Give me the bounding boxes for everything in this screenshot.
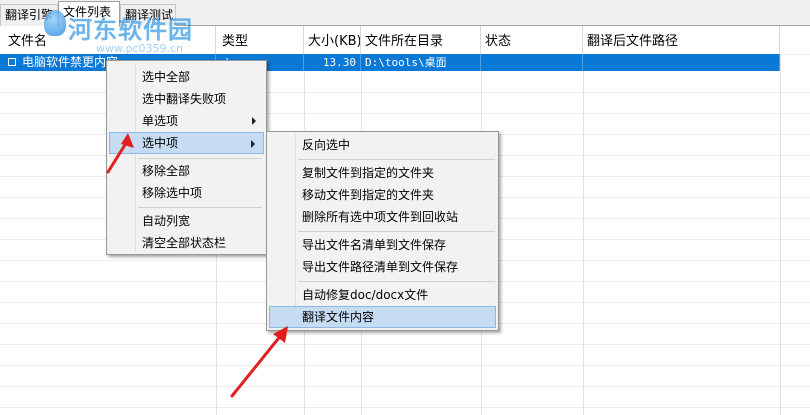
menu-item-select-failed[interactable]: 选中翻译失败项 xyxy=(109,88,264,110)
submenu-arrow-icon xyxy=(251,140,255,148)
menu-separator xyxy=(298,231,495,232)
column-header-size[interactable]: 大小(KB) xyxy=(304,26,361,54)
watermark-url: www.pc0359.cn xyxy=(96,42,184,55)
menu-item-selected-items[interactable]: 选中项 xyxy=(109,132,264,154)
menu-separator xyxy=(298,281,495,282)
watermark-title: 河东软件园 xyxy=(68,15,193,44)
grid-line xyxy=(0,407,810,408)
menu-item-remove-selected[interactable]: 移除选中项 xyxy=(109,182,264,204)
watermark-logo-icon xyxy=(44,10,66,36)
menu-item-copy-files[interactable]: 复制文件到指定的文件夹 xyxy=(269,162,496,184)
menu-item-clear-status[interactable]: 清空全部状态栏 xyxy=(109,232,264,254)
menu-item-move-files[interactable]: 移动文件到指定的文件夹 xyxy=(269,184,496,206)
cell-output-path xyxy=(583,54,780,71)
menu-item-label: 单选项 xyxy=(142,114,179,128)
menu-separator xyxy=(298,159,495,160)
cell-status xyxy=(481,54,583,71)
cell-size: 13.30 xyxy=(304,54,361,71)
grid-line xyxy=(780,54,781,415)
menu-item-export-filenames[interactable]: 导出文件名清单到文件保存 xyxy=(269,234,496,256)
context-menu: 选中全部 选中翻译失败项 单选项 选中项 移除全部 移除选中项 自动列宽 清空全… xyxy=(106,60,267,255)
grid-line xyxy=(0,386,810,387)
menu-item-export-filepaths[interactable]: 导出文件路径清单到文件保存 xyxy=(269,256,496,278)
menu-item-invert-selection[interactable]: 反向选中 xyxy=(269,134,496,156)
grid-line xyxy=(583,54,584,415)
menu-item-delete-to-recycle-bin[interactable]: 删除所有选中项文件到回收站 xyxy=(269,206,496,228)
menu-separator xyxy=(138,158,262,159)
grid-line xyxy=(0,344,810,345)
submenu-arrow-icon xyxy=(252,117,256,125)
column-header-directory[interactable]: 文件所在目录 xyxy=(361,26,481,54)
cell-directory: D:\tools\桌面 xyxy=(361,54,481,71)
column-header-output-path[interactable]: 翻译后文件路径 xyxy=(583,26,780,54)
menu-item-select-all[interactable]: 选中全部 xyxy=(109,66,264,88)
menu-item-auto-column-width[interactable]: 自动列宽 xyxy=(109,210,264,232)
menu-item-repair-doc[interactable]: 自动修复doc/docx文件 xyxy=(269,284,496,306)
menu-separator xyxy=(138,207,262,208)
menu-item-single-option[interactable]: 单选项 xyxy=(109,110,264,132)
menu-item-label: 选中项 xyxy=(142,136,179,150)
menu-item-translate-file-content[interactable]: 翻译文件内容 xyxy=(269,306,496,328)
grid-line xyxy=(0,365,810,366)
menu-item-remove-all[interactable]: 移除全部 xyxy=(109,160,264,182)
submenu: 反向选中 复制文件到指定的文件夹 移动文件到指定的文件夹 删除所有选中项文件到回… xyxy=(266,131,499,331)
column-header-type[interactable]: 类型 xyxy=(216,26,304,54)
column-header-status[interactable]: 状态 xyxy=(481,26,583,54)
